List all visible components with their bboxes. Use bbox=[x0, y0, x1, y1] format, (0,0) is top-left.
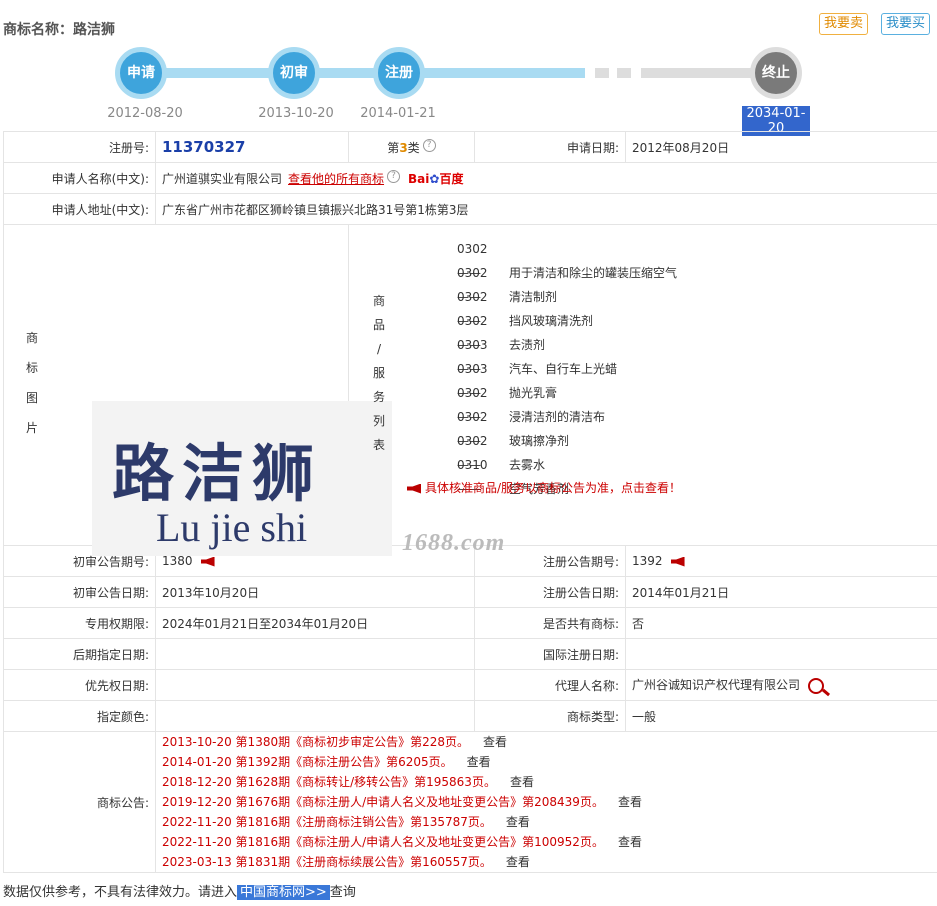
image-cell: 商 标 图 片 路洁狮 Lu jie shi 1688.com bbox=[3, 224, 504, 556]
exclusive-period: 2024年01月21日至2034年01月20日 bbox=[155, 607, 475, 639]
goods-item: 0303—— 汽车、自行车上光蜡 bbox=[457, 338, 618, 376]
agent-name: 广州谷诚知识产权代理有限公司 bbox=[632, 678, 801, 693]
label-reg-no: 注册号: bbox=[3, 131, 156, 163]
goods-item: 0302—— 浸清洁剂的清洁布 bbox=[457, 386, 606, 424]
prelim-date: 2013年10月20日 bbox=[155, 576, 475, 608]
label-color: 指定颜色: bbox=[3, 700, 156, 732]
progress-dash bbox=[617, 68, 631, 78]
goods-item: 0302—— 挡风玻璃清洗剂 bbox=[457, 290, 594, 328]
view-link[interactable]: 查看 bbox=[506, 815, 530, 829]
announcement-item: 2023-03-13 第1831期《注册商标续展公告》第160557页。 查看 bbox=[162, 855, 530, 869]
help-icon[interactable]: ? bbox=[422, 138, 436, 152]
class-number: 3 bbox=[399, 140, 408, 155]
view-link[interactable]: 查看 bbox=[506, 855, 530, 869]
buy-button[interactable]: 我要买 bbox=[881, 13, 931, 35]
horn-icon[interactable] bbox=[200, 556, 215, 567]
step-apply: 申请 bbox=[115, 47, 167, 99]
help-icon[interactable]: ? bbox=[387, 169, 401, 183]
reg-pub-no: 1392 bbox=[632, 554, 663, 568]
view-link[interactable]: 查看 bbox=[618, 795, 642, 809]
goods-item: 0302—— 玻璃擦净剂 bbox=[457, 410, 570, 448]
horn-icon[interactable] bbox=[670, 556, 685, 567]
step-terminate: 终止 bbox=[750, 47, 802, 99]
label-announcements: 商标公告: bbox=[3, 731, 156, 873]
goods-cell: 商 品 / 服 务 列 表 0302—— 用于清洁和除尘的罐装压缩空气 0302—… bbox=[348, 224, 937, 546]
progress-dash bbox=[595, 68, 609, 78]
announcement-item: 2018-12-20 第1628期《商标转让/移转公告》第195863页。 查看 bbox=[162, 775, 534, 789]
footer-text-end: 查询 bbox=[329, 885, 356, 900]
ctmo-link[interactable]: 中国商标网>> bbox=[237, 885, 330, 900]
color-value bbox=[155, 700, 475, 732]
footer-text: 数据仅供参考，不具有法律效力。请进入 bbox=[3, 885, 238, 900]
priority-date bbox=[155, 669, 475, 701]
announcement-item: 2013-10-20 第1380期《商标初步审定公告》第228页。 查看 bbox=[162, 735, 508, 749]
step-date-prelim: 2013-10-20 bbox=[258, 106, 334, 121]
announcement-item: 2022-11-20 第1816期《注册商标注销公告》第135787页。 查看 bbox=[162, 815, 530, 829]
label-prelim-date: 初审公告日期: bbox=[3, 576, 156, 608]
goods-note-link[interactable]: 具体核准商品/服务以商标公告为准，点击查看！ bbox=[407, 479, 681, 496]
baidu-paw-icon: ✿ bbox=[429, 171, 440, 186]
goods-item: 0302—— 用于清洁和除尘的罐装压缩空气 bbox=[457, 242, 678, 280]
goods-item: 0310—— 空气芳香剂 bbox=[457, 458, 570, 496]
label-apply-date: 申请日期: bbox=[474, 131, 626, 163]
announcement-list: 2013-10-20 第1380期《商标初步审定公告》第228页。 查看 2014… bbox=[155, 731, 937, 873]
view-link[interactable]: 查看 bbox=[510, 775, 534, 789]
all-trademarks-link[interactable]: 查看他的所有商标 bbox=[288, 172, 384, 186]
step-date-register: 2014-01-21 bbox=[360, 106, 436, 121]
trademark-name: 商标名称：路洁狮 bbox=[3, 22, 115, 38]
goods-list: 0302—— 用于清洁和除尘的罐装压缩空气 0302—— 清洁制剂 0302—— 挡风… bbox=[457, 237, 678, 496]
applicant-address: 广东省广州市花都区狮岭镇旦镇振兴北路31号第1栋第3层 bbox=[155, 193, 937, 225]
progress-track bbox=[140, 68, 585, 78]
footer: 数据仅供参考，不具有法律效力。请进入 中国商标网>> 查询 bbox=[3, 881, 356, 900]
trademark-info-table: 注册号: 11370327 第3类? 申请日期: 2012年08月20日 申请人… bbox=[3, 131, 937, 873]
view-link[interactable]: 查看 bbox=[467, 755, 491, 769]
sell-button[interactable]: 我要卖 bbox=[819, 13, 869, 35]
image-label: 商 标 图 片 bbox=[25, 331, 38, 435]
apply-date: 2012年08月20日 bbox=[625, 131, 937, 163]
trademark-image: 路洁狮 Lu jie shi bbox=[92, 401, 392, 556]
type-value: 一般 bbox=[625, 700, 937, 732]
label-intl-date: 国际注册日期: bbox=[474, 638, 626, 670]
search-icon[interactable] bbox=[808, 677, 825, 694]
label-applicant: 申请人名称(中文): bbox=[3, 162, 156, 194]
label-exclusive: 专用权期限: bbox=[3, 607, 156, 639]
label-shared: 是否共有商标: bbox=[474, 607, 626, 639]
reg-no: 11370327 bbox=[162, 138, 246, 156]
announcement-item: 2022-11-20 第1816期《商标注册人/申请人名义及地址变更公告》第10… bbox=[162, 835, 642, 849]
label-address: 申请人地址(中文): bbox=[3, 193, 156, 225]
view-link[interactable]: 查看 bbox=[483, 735, 507, 749]
view-link[interactable]: 查看 bbox=[618, 835, 642, 849]
intl-date bbox=[625, 638, 937, 670]
step-register: 注册 bbox=[373, 47, 425, 99]
label-reg-pub-date: 注册公告日期: bbox=[474, 576, 626, 608]
label-type: 商标类型: bbox=[474, 700, 626, 732]
label-later-date: 后期指定日期: bbox=[3, 638, 156, 670]
announcement-item: 2019-12-20 第1676期《商标注册人/申请人名义及地址变更公告》第20… bbox=[162, 795, 642, 809]
reg-pub-date: 2014年01月21日 bbox=[625, 576, 937, 608]
later-date bbox=[155, 638, 475, 670]
prelim-no: 1380 bbox=[162, 554, 193, 568]
applicant-name: 广州道骐实业有限公司 bbox=[162, 171, 283, 186]
goods-label: 商 品 / 服 务 列 表 bbox=[372, 294, 385, 452]
step-prelim: 初审 bbox=[268, 47, 320, 99]
shared-value: 否 bbox=[625, 607, 937, 639]
baidu-search-logo[interactable]: Bai✿百度 bbox=[408, 172, 463, 186]
horn-icon bbox=[407, 483, 421, 494]
step-date-apply: 2012-08-20 bbox=[107, 106, 183, 121]
announcement-item: 2014-01-20 第1392期《商标注册公告》第6205页。 查看 bbox=[162, 755, 491, 769]
label-agent: 代理人名称: bbox=[474, 669, 626, 701]
label-priority: 优先权日期: bbox=[3, 669, 156, 701]
class-cell: 第3类? bbox=[348, 131, 475, 163]
